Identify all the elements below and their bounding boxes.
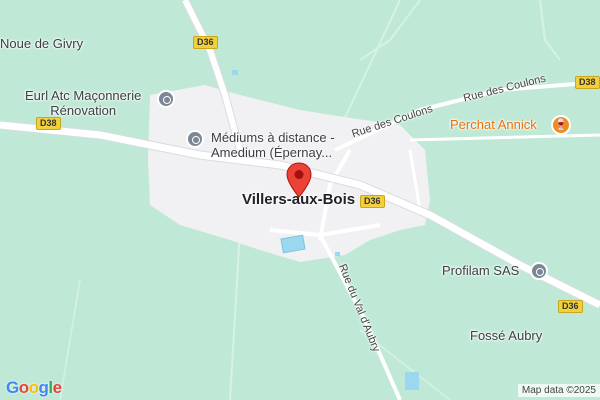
poi-label-eurl[interactable]: Eurl Atc Maçonnerie Rénovation [25,88,141,118]
pond [405,372,419,390]
poi-label-line: Amedium (Épernay... [211,145,333,160]
route-shield-d36: D36 [193,36,218,49]
poi-label-profilam[interactable]: Profilam SAS [442,263,519,278]
place-icon[interactable] [186,130,204,148]
restaurant-icon[interactable]: 🍷 [551,115,571,135]
google-logo[interactable]: Google [6,378,62,398]
route-shield-d36: D36 [360,195,385,208]
map-canvas[interactable]: D36 D38 D36 D38 D36 Rue des Coulons Rue … [0,0,600,400]
place-icon[interactable] [530,262,548,280]
place-label: Fossé Aubry [470,328,543,343]
pond [232,70,238,75]
pond [335,252,340,256]
map-attribution[interactable]: Map data ©2025 [517,384,600,397]
poi-label-line: Médiums à distance - [211,130,335,145]
route-shield-d38: D38 [36,117,61,130]
route-shield-d38: D38 [575,76,600,89]
place-icon[interactable] [157,90,175,108]
poi-label-line: Rénovation [50,103,117,118]
map-pin-icon[interactable] [286,162,312,198]
poi-label-perchat[interactable]: Perchat Annick [450,117,537,132]
route-shield-d36: D36 [558,300,583,313]
place-label: Noue de Givry [0,36,84,51]
poi-label-line: Eurl Atc Maçonnerie [25,88,142,103]
poi-label-mediums[interactable]: Médiums à distance - Amedium (Épernay... [211,130,335,160]
